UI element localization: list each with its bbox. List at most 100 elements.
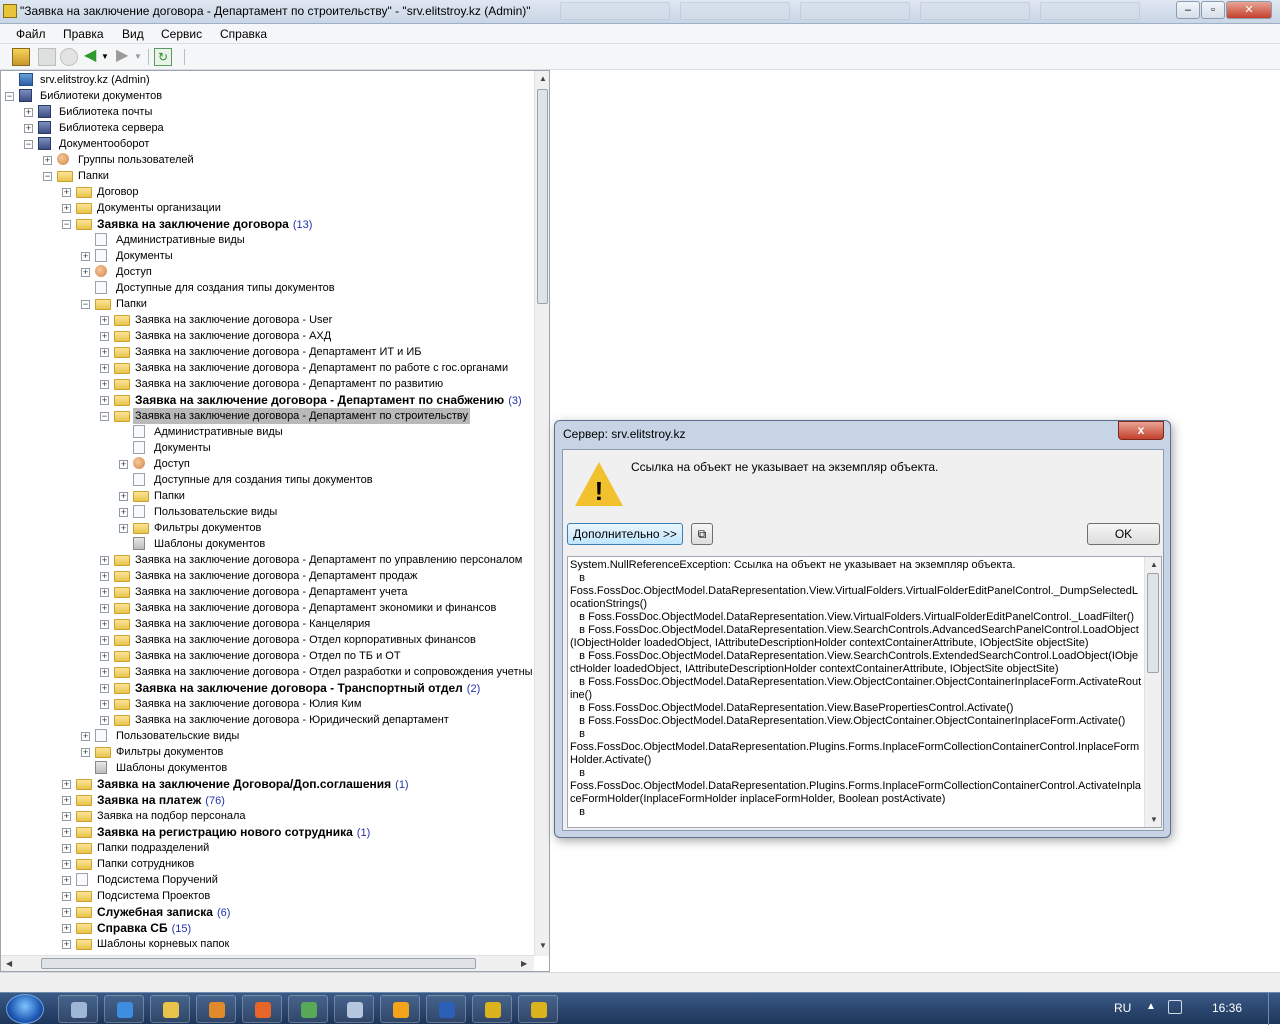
collapse-icon[interactable]: −	[43, 172, 52, 181]
sync-icon[interactable]	[60, 48, 78, 66]
expand-icon[interactable]: +	[24, 108, 33, 117]
menu-help[interactable]: Справка	[220, 27, 267, 41]
expand-icon[interactable]: +	[62, 780, 71, 789]
maximize-button[interactable]: ▫	[1201, 1, 1225, 19]
details-button[interactable]: Дополнительно >>	[567, 523, 683, 545]
expand-icon[interactable]: +	[100, 348, 109, 357]
tree-item[interactable]: + Фильтры документов	[1, 520, 531, 536]
tree-item[interactable]: + Документы	[1, 248, 531, 264]
menu-view[interactable]: Вид	[122, 27, 144, 41]
collapse-icon[interactable]: −	[5, 92, 14, 101]
expand-icon[interactable]: +	[119, 508, 128, 517]
expand-icon[interactable]: +	[43, 156, 52, 165]
new-document-icon[interactable]	[12, 48, 30, 66]
expand-icon[interactable]: +	[100, 380, 109, 389]
expand-icon[interactable]: +	[62, 908, 71, 917]
expand-icon[interactable]: +	[100, 396, 109, 405]
tree-item[interactable]: + Заявка на заключение договора - Департа…	[1, 376, 531, 392]
tree-item[interactable]: Доступные для создания типы документов	[1, 280, 531, 296]
taskbar-app-button[interactable]	[58, 995, 98, 1023]
tree-item[interactable]: Доступные для создания типы документов	[1, 472, 531, 488]
stack-trace-box[interactable]: System.NullReferenceException: Ссылка на…	[567, 556, 1162, 828]
scroll-up-arrow-icon[interactable]: ▲	[1150, 560, 1158, 569]
tree-item[interactable]: − Библиотеки документов	[1, 88, 531, 104]
taskbar-app-button[interactable]	[518, 995, 558, 1023]
scrollbar-thumb[interactable]	[41, 958, 476, 969]
expand-icon[interactable]: +	[100, 316, 109, 325]
taskbar-app-button[interactable]	[426, 995, 466, 1023]
expand-icon[interactable]: +	[81, 268, 90, 277]
tree-item[interactable]: + Заявка на заключение договора - Отдел п…	[1, 648, 531, 664]
tree-item[interactable]: + Заявка на заключение договора - Департа…	[1, 568, 531, 584]
tree-item[interactable]: + Папки	[1, 488, 531, 504]
tree-item[interactable]: + Заявка на регистрацию нового сотрудника…	[1, 824, 531, 840]
clock[interactable]: 16:36	[1212, 1001, 1242, 1015]
tree-item[interactable]: Шаблоны документов	[1, 760, 531, 776]
tree-item[interactable]: + Подсистема Проектов	[1, 888, 531, 904]
copy-icon[interactable]: ⧉	[691, 523, 713, 545]
tree-item[interactable]: + Документы организации	[1, 200, 531, 216]
expand-icon[interactable]: +	[100, 652, 109, 661]
tree-item[interactable]: + Заявка на заключение договора - Канцеля…	[1, 616, 531, 632]
expand-icon[interactable]: +	[100, 636, 109, 645]
expand-icon[interactable]: +	[62, 204, 71, 213]
scroll-right-arrow-icon[interactable]: ▶	[521, 959, 527, 968]
tree-item[interactable]: + Заявка на заключение договора - Департа…	[1, 344, 531, 360]
collapse-icon[interactable]: −	[24, 140, 33, 149]
tree-item[interactable]: + Пользовательские виды	[1, 504, 531, 520]
expand-icon[interactable]: +	[62, 828, 71, 837]
scroll-down-arrow-icon[interactable]: ▼	[539, 941, 547, 950]
properties-icon[interactable]	[38, 48, 56, 66]
expand-icon[interactable]: +	[62, 188, 71, 197]
refresh-icon[interactable]: ↻	[154, 48, 172, 66]
expand-icon[interactable]: +	[62, 940, 71, 949]
tree-item[interactable]: + Папки сотрудников	[1, 856, 531, 872]
expand-icon[interactable]: +	[100, 700, 109, 709]
expand-icon[interactable]: +	[119, 492, 128, 501]
expand-icon[interactable]: +	[100, 572, 109, 581]
tree-item[interactable]: − Папки	[1, 296, 531, 312]
tree-item[interactable]: + Библиотека почты	[1, 104, 531, 120]
menu-service[interactable]: Сервис	[161, 27, 202, 41]
tree-item[interactable]: + Пользовательские виды	[1, 728, 531, 744]
taskbar-app-button[interactable]	[334, 995, 374, 1023]
tree-horizontal-scrollbar[interactable]: ◀ ▶	[1, 955, 534, 971]
taskbar-app-button[interactable]	[242, 995, 282, 1023]
tree-item[interactable]: + Библиотека сервера	[1, 120, 531, 136]
tree-item[interactable]: srv.elitstroy.kz (Admin)	[1, 72, 531, 88]
expand-icon[interactable]: +	[62, 876, 71, 885]
taskbar-app-button[interactable]	[104, 995, 144, 1023]
tree-item[interactable]: + Доступ	[1, 264, 531, 280]
tree-item[interactable]: + Заявка на заключение договора - Отдел к…	[1, 632, 531, 648]
tree-item[interactable]: + Группы пользователей	[1, 152, 531, 168]
tree-item[interactable]: + Папки подразделений	[1, 840, 531, 856]
tree-item[interactable]: + Служебная записка (6)	[1, 904, 531, 920]
expand-icon[interactable]: +	[100, 604, 109, 613]
expand-icon[interactable]: +	[62, 924, 71, 933]
tree-item[interactable]: Административные виды	[1, 232, 531, 248]
expand-icon[interactable]: +	[100, 364, 109, 373]
tree-item[interactable]: − Заявка на заключение договора (13)	[1, 216, 531, 232]
tree-item[interactable]: − Папки	[1, 168, 531, 184]
language-indicator[interactable]: RU	[1114, 1001, 1131, 1015]
scroll-left-arrow-icon[interactable]: ◀	[6, 959, 12, 968]
tree-item[interactable]: + Заявка на заключение договора - Департа…	[1, 600, 531, 616]
expand-icon[interactable]: +	[100, 620, 109, 629]
collapse-icon[interactable]: −	[81, 300, 90, 309]
tree-item[interactable]: + Заявка на заключение договора - Транспо…	[1, 680, 531, 696]
tree-item[interactable]: + Справка СБ (15)	[1, 920, 531, 936]
tree-vertical-scrollbar[interactable]: ▲ ▼	[534, 71, 549, 956]
tree-item[interactable]: + Фильтры документов	[1, 744, 531, 760]
tree-item[interactable]: + Заявка на заключение договора - Департа…	[1, 360, 531, 376]
expand-icon[interactable]: +	[62, 860, 71, 869]
forward-arrow-icon[interactable]: ▶	[116, 48, 130, 66]
scroll-down-arrow-icon[interactable]: ▼	[1150, 815, 1158, 824]
tree-item[interactable]: Административные виды	[1, 424, 531, 440]
expand-icon[interactable]: +	[62, 796, 71, 805]
close-window-button[interactable]: ✕	[1226, 1, 1272, 19]
taskbar-app-button[interactable]	[150, 995, 190, 1023]
scrollbar-thumb[interactable]	[537, 89, 548, 304]
tree-item[interactable]: + Заявка на заключение договора - User	[1, 312, 531, 328]
chevron-down-icon[interactable]: ▼	[101, 48, 111, 66]
expand-icon[interactable]: +	[119, 524, 128, 533]
